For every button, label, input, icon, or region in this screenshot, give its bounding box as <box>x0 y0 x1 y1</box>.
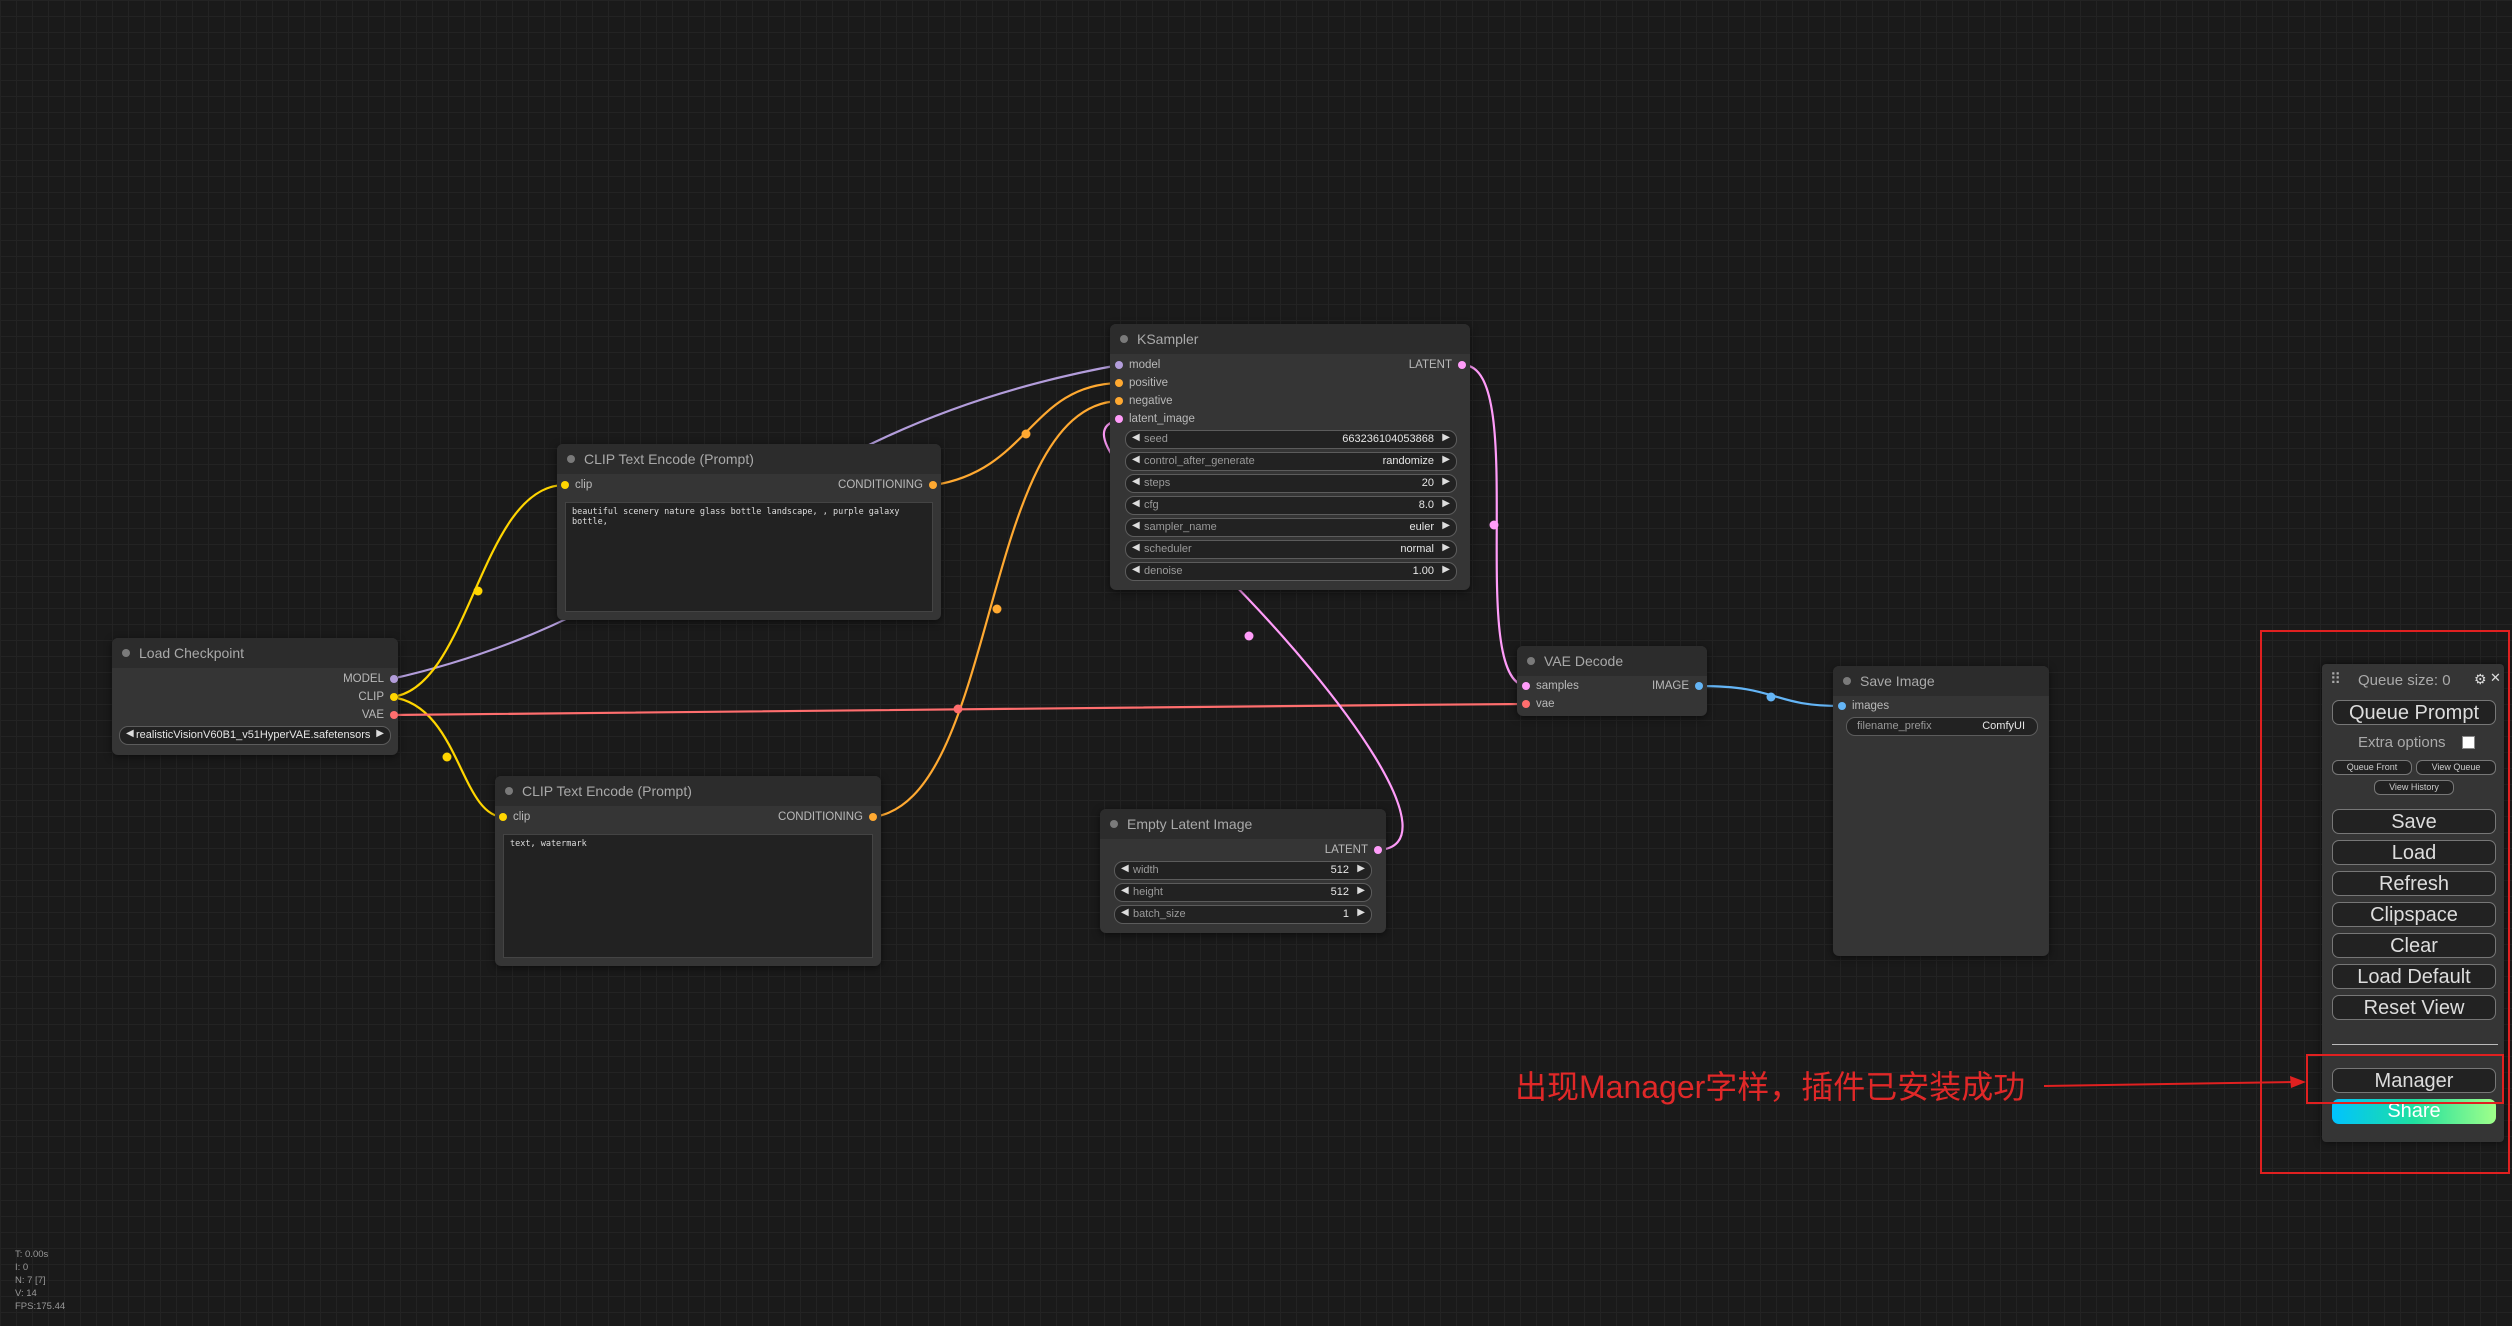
stat-nodes: N: 7 [7] <box>15 1275 46 1286</box>
stat-v: V: 14 <box>15 1288 37 1299</box>
stat-fps: FPS:175.44 <box>15 1301 66 1312</box>
stat-time: T: 0.00s <box>15 1249 49 1260</box>
annotation-text: 出现Manager字样，插件已安装成功 <box>1515 1069 2026 1105</box>
render-stats: T: 0.00s I: 0 N: 7 [7] V: 14 FPS:175.44 <box>15 1248 65 1313</box>
stat-i: I: 0 <box>15 1262 29 1273</box>
annotation-arrow <box>2043 1076 2306 1088</box>
